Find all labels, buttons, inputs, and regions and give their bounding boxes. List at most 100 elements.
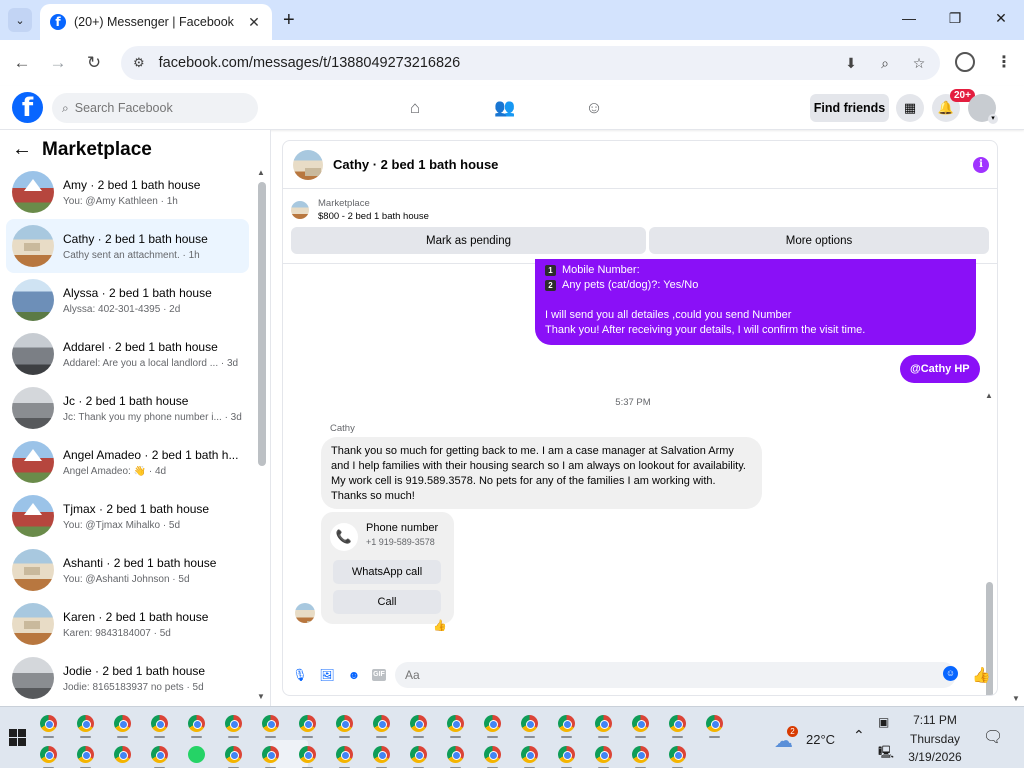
temperature[interactable]: 22°C	[806, 732, 835, 747]
chrome-profile-icon[interactable]	[955, 52, 975, 72]
chrome-taskbar-icon[interactable]	[521, 715, 538, 738]
bookmark-star-icon[interactable]: ☆	[910, 55, 928, 72]
photo-icon[interactable]: 🖼	[318, 666, 336, 684]
clock-date[interactable]: 3/19/2026	[903, 750, 967, 764]
menu-grid-icon[interactable]: ▦	[896, 94, 924, 122]
chat-scroll-up-icon[interactable]: ▲	[985, 391, 993, 400]
chrome-menu-icon[interactable]: ⋮	[996, 52, 1012, 72]
chrome-taskbar-icon[interactable]	[669, 746, 686, 768]
chrome-taskbar-icon[interactable]	[336, 715, 353, 738]
gif-icon[interactable]: GIF	[372, 669, 386, 681]
chrome-taskbar-icon[interactable]	[521, 746, 538, 768]
chrome-taskbar-icon[interactable]	[151, 746, 168, 768]
chrome-taskbar-icon[interactable]	[410, 715, 427, 738]
chrome-taskbar-icon[interactable]	[410, 746, 427, 768]
clock-day[interactable]: Thursday	[905, 732, 965, 746]
conversation-item[interactable]: Jc · 2 bed 1 bath house Jc: Thank you my …	[6, 381, 249, 435]
mark-as-pending-button[interactable]: Mark as pending	[291, 227, 646, 254]
address-bar[interactable]: ⚙ facebook.com/messages/t/13880492732168…	[121, 46, 940, 80]
url-text[interactable]: facebook.com/messages/t/1388049273216826	[159, 55, 826, 71]
page-scroll-down-icon[interactable]: ▼	[1012, 694, 1020, 703]
emoji-icon[interactable]: ☺	[943, 666, 958, 681]
chrome-taskbar-icon[interactable]	[373, 715, 390, 738]
chrome-taskbar-icon[interactable]	[40, 746, 57, 768]
chrome-taskbar-icon[interactable]	[40, 715, 57, 738]
tab-close-icon[interactable]: ✕	[246, 14, 262, 31]
listing-thumbnail[interactable]	[291, 201, 309, 219]
thumbs-up-reaction-icon[interactable]: 👍	[433, 619, 447, 632]
restore-icon[interactable]: ❐	[945, 10, 965, 27]
scroll-up-icon[interactable]: ▲	[257, 168, 265, 177]
reload-icon[interactable]: ↻	[83, 52, 105, 74]
minimize-icon[interactable]: —	[899, 10, 919, 26]
camera-tray-icon[interactable]: ▣	[878, 715, 889, 729]
conversation-item[interactable]: Ashanti · 2 bed 1 bath house You: @Ashant…	[6, 543, 249, 597]
scroll-down-icon[interactable]: ▼	[257, 692, 265, 701]
conversation-item[interactable]: Angel Amadeo · 2 bed 1 bath h... Angel Am…	[6, 435, 249, 489]
network-icon[interactable]: 🖳	[878, 743, 894, 764]
home-icon[interactable]: ⌂	[404, 98, 426, 118]
chrome-taskbar-icon[interactable]	[262, 746, 279, 768]
windows-start-icon[interactable]	[9, 729, 26, 746]
chrome-taskbar-icon[interactable]	[595, 746, 612, 768]
chrome-taskbar-icon[interactable]	[447, 715, 464, 738]
chrome-taskbar-icon[interactable]	[632, 715, 649, 738]
chrome-taskbar-icon[interactable]	[336, 746, 353, 768]
mention-message[interactable]: @Cathy HP	[900, 355, 980, 383]
chrome-taskbar-icon[interactable]	[77, 715, 94, 738]
conversation-item[interactable]: Karen · 2 bed 1 bath house Karen: 9843184…	[6, 597, 249, 651]
forward-arrow-icon[interactable]: →	[47, 52, 69, 74]
clock-time[interactable]: 7:11 PM	[910, 713, 960, 727]
tab-search-chevron-icon[interactable]: ⌄	[8, 8, 32, 32]
sender-avatar[interactable]	[295, 603, 315, 623]
chrome-taskbar-icon[interactable]	[299, 746, 316, 768]
outgoing-message[interactable]: 1 Mobile Number: 2 Any pets (cat/dog)?: Ye…	[535, 259, 976, 345]
chrome-taskbar-icon[interactable]	[262, 715, 279, 738]
browser-tab-messenger[interactable]: f (20+) Messenger | Facebook ✕	[40, 4, 272, 40]
chrome-taskbar-icon[interactable]	[225, 746, 242, 768]
back-arrow-icon[interactable]: ←	[12, 138, 32, 161]
chrome-taskbar-icon[interactable]	[595, 715, 612, 738]
chrome-taskbar-icon[interactable]	[558, 715, 575, 738]
chrome-taskbar-icon[interactable]	[373, 746, 390, 768]
facebook-search[interactable]: ⌕	[52, 93, 258, 123]
chrome-taskbar-icon[interactable]	[114, 746, 131, 763]
whatsapp-taskbar-icon[interactable]	[188, 746, 205, 763]
chat-avatar[interactable]	[293, 149, 323, 180]
chrome-taskbar-icon[interactable]	[484, 746, 501, 768]
chrome-taskbar-icon[interactable]	[706, 715, 723, 738]
find-friends-button[interactable]: Find friends	[810, 94, 889, 122]
conversation-item[interactable]: Amy · 2 bed 1 bath house You: @Amy Kathle…	[6, 165, 249, 219]
chrome-taskbar-icon[interactable]	[632, 746, 649, 768]
microphone-icon[interactable]: 🎙	[291, 666, 309, 684]
notification-center-icon[interactable]: 🗨	[983, 727, 1003, 747]
zoom-icon[interactable]: ⌕	[876, 55, 894, 72]
chrome-taskbar-icon[interactable]	[114, 715, 131, 738]
install-app-icon[interactable]: ⬇	[842, 55, 860, 72]
account-chevron-icon[interactable]: ▾	[988, 114, 998, 124]
sidebar-scrollbar[interactable]	[258, 182, 266, 466]
more-options-button[interactable]: More options	[649, 227, 989, 254]
chrome-taskbar-icon[interactable]	[188, 715, 205, 738]
conversation-item[interactable]: Cathy · 2 bed 1 bath house Cathy sent an …	[6, 219, 249, 273]
thumbs-up-send-icon[interactable]: 👍	[972, 666, 991, 684]
conversation-item[interactable]: Alyssa · 2 bed 1 bath house Alyssa: 402-3…	[6, 273, 249, 327]
site-info-icon[interactable]: ⚙	[133, 55, 145, 71]
call-button[interactable]: Call	[333, 590, 441, 614]
listing-price[interactable]: $800 - 2 bed 1 bath house	[318, 211, 429, 222]
chrome-taskbar-icon[interactable]	[484, 715, 501, 738]
chrome-taskbar-icon[interactable]	[299, 715, 316, 738]
message-input[interactable]	[395, 662, 957, 688]
facebook-search-input[interactable]	[74, 101, 235, 115]
facebook-logo-icon[interactable]: f	[12, 92, 43, 123]
friends-icon[interactable]: 👥	[494, 98, 516, 118]
chrome-taskbar-icon[interactable]	[77, 746, 94, 768]
chrome-taskbar-icon[interactable]	[669, 715, 686, 738]
conversation-item[interactable]: Jodie · 2 bed 1 bath house Jodie: 8165183…	[6, 651, 249, 705]
conversation-item[interactable]: Tjmax · 2 bed 1 bath house You: @Tjmax Mi…	[6, 489, 249, 543]
incoming-message[interactable]: Thank you so much for getting back to me…	[321, 437, 762, 509]
chrome-taskbar-icon[interactable]	[151, 715, 168, 738]
chrome-taskbar-icon[interactable]	[447, 746, 464, 768]
chrome-taskbar-icon[interactable]	[558, 746, 575, 768]
window-close-icon[interactable]: ✕	[991, 10, 1011, 27]
